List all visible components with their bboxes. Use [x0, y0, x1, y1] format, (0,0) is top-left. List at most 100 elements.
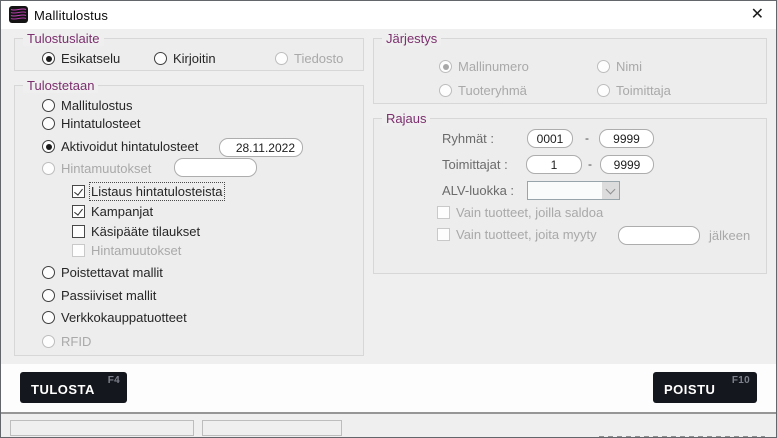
radio-label: RFID: [61, 334, 91, 349]
radio-label: Toimittaja: [616, 83, 671, 98]
sold-after-suffix-label: jälkeen: [709, 228, 750, 243]
radio-label: Hintamuutokset: [61, 161, 151, 176]
radio-icon: [42, 311, 55, 324]
status-panel-2: [202, 420, 342, 436]
radio-icon: [154, 52, 167, 65]
radio-label: Nimi: [616, 59, 642, 74]
checkbox-label: Kampanjat: [91, 204, 153, 219]
checkbox-icon: [437, 228, 450, 241]
radio-rfid[interactable]: RFID: [42, 334, 91, 349]
checkbox-label: Käsipääte tilaukset: [91, 224, 200, 239]
checkbox-label: Listaus hintatulosteista: [91, 184, 223, 199]
radio-aktivoidut-hintatulosteet[interactable]: Aktivoidut hintatulosteet: [42, 139, 198, 154]
print-button-label: TULOSTA: [31, 382, 95, 397]
radio-icon: [42, 52, 55, 65]
titlebar: Mallitulostus ✕: [1, 1, 776, 29]
print-button-fkey: F4: [108, 375, 120, 386]
status-panel-1: [10, 420, 194, 436]
sold-after-date-field[interactable]: [618, 226, 700, 245]
window-title: Mallitulostus: [34, 8, 108, 23]
radio-label: Passiiviset mallit: [61, 288, 156, 303]
checkbox-hintamuutokset[interactable]: Hintamuutokset: [72, 243, 181, 258]
checkbox-kampanjat[interactable]: Kampanjat: [72, 204, 153, 219]
checkbox-vain-tuotteet-joilla-saldoa[interactable]: Vain tuotteet, joilla saldoa: [437, 205, 603, 220]
radio-icon: [597, 60, 610, 73]
chevron-down-icon: [606, 184, 616, 194]
radio-icon: [42, 162, 55, 175]
radio-mallinumero[interactable]: Mallinumero: [439, 59, 529, 74]
exit-button-fkey: F10: [732, 375, 750, 386]
radio-icon: [439, 60, 452, 73]
radio-label: Tuoteryhmä: [458, 83, 527, 98]
vat-class-dropdown[interactable]: [527, 181, 620, 200]
group-ordering-label: Järjestys: [382, 31, 441, 46]
checkbox-label: Vain tuotteet, joita myyty: [456, 227, 597, 242]
radio-label: Kirjoitin: [173, 51, 216, 66]
radio-passiiviset-mallit[interactable]: Passiiviset mallit: [42, 288, 156, 303]
vat-class-label: ALV-luokka :: [442, 183, 514, 198]
range-dash: -: [585, 131, 589, 145]
checkbox-kasipaate-tilaukset[interactable]: Käsipääte tilaukset: [72, 224, 200, 239]
dialog-window: Mallitulostus ✕ Tulostuslaite Esikatselu…: [0, 0, 777, 438]
radio-icon: [42, 140, 55, 153]
print-button[interactable]: TULOSTA F4: [20, 372, 127, 403]
radio-icon: [42, 99, 55, 112]
checkbox-icon: [437, 206, 450, 219]
radio-poistettavat-mallit[interactable]: Poistettavat mallit: [42, 265, 163, 280]
checkbox-icon: [72, 185, 85, 198]
groups-to-field[interactable]: [599, 129, 654, 148]
radio-tiedosto[interactable]: Tiedosto: [275, 51, 343, 66]
checkbox-label: Vain tuotteet, joilla saldoa: [456, 205, 603, 220]
radio-hintatulosteet[interactable]: Hintatulosteet: [42, 116, 141, 131]
exit-button[interactable]: POISTU F10: [653, 372, 757, 403]
checkbox-vain-tuotteet-joita-myyty[interactable]: Vain tuotteet, joita myyty: [437, 227, 597, 242]
radio-toimittaja[interactable]: Toimittaja: [597, 83, 671, 98]
radio-icon: [439, 84, 452, 97]
dropdown-button: [602, 182, 619, 199]
radio-mallitulostus[interactable]: Mallitulostus: [42, 98, 133, 113]
checkbox-listaus-hintatulosteista[interactable]: Listaus hintatulosteista: [72, 184, 223, 199]
radio-label: Aktivoidut hintatulosteet: [61, 139, 198, 154]
radio-icon: [275, 52, 288, 65]
app-logo-icon: [9, 6, 28, 23]
activated-date-field[interactable]: [219, 138, 303, 157]
radio-kirjoitin[interactable]: Kirjoitin: [154, 51, 216, 66]
suppliers-from-field[interactable]: [526, 155, 582, 174]
checkbox-label: Hintamuutokset: [91, 243, 181, 258]
group-ordering: Järjestys Mallinumero Nimi Tuoteryhmä To…: [373, 38, 767, 104]
groups-range-label: Ryhmät :: [442, 131, 494, 146]
radio-icon: [597, 84, 610, 97]
radio-label: Esikatselu: [61, 51, 120, 66]
suppliers-to-field[interactable]: [600, 155, 654, 174]
radio-label: Mallitulostus: [61, 98, 133, 113]
checkbox-icon: [72, 225, 85, 238]
radio-label: Tiedosto: [294, 51, 343, 66]
group-print-device-label: Tulostuslaite: [23, 31, 104, 46]
radio-hintamuutokset[interactable]: Hintamuutokset: [42, 161, 151, 176]
radio-nimi[interactable]: Nimi: [597, 59, 642, 74]
radio-esikatselu[interactable]: Esikatselu: [42, 51, 120, 66]
checkbox-icon: [72, 205, 85, 218]
group-print-output-label: Tulostetaan: [23, 78, 98, 93]
radio-icon: [42, 117, 55, 130]
price-changes-field[interactable]: [174, 158, 257, 177]
exit-button-label: POISTU: [664, 382, 715, 397]
radio-tuoteryhma[interactable]: Tuoteryhmä: [439, 83, 527, 98]
groups-from-field[interactable]: [527, 129, 573, 148]
radio-verkkokauppatuotteet[interactable]: Verkkokauppatuotteet: [42, 310, 187, 325]
close-icon[interactable]: ✕: [751, 6, 764, 24]
group-print-output: Tulostetaan Mallitulostus Hintatulosteet…: [14, 85, 364, 356]
group-filtering-label: Rajaus: [382, 111, 430, 126]
suppliers-range-label: Toimittajat :: [442, 157, 508, 172]
group-print-device: Tulostuslaite Esikatselu Kirjoitin Tiedo…: [14, 38, 364, 71]
range-dash: -: [588, 157, 592, 171]
radio-label: Mallinumero: [458, 59, 529, 74]
radio-icon: [42, 289, 55, 302]
radio-label: Verkkokauppatuotteet: [61, 310, 187, 325]
radio-label: Poistettavat mallit: [61, 265, 163, 280]
statusbar: [1, 412, 776, 438]
radio-label: Hintatulosteet: [61, 116, 141, 131]
radio-icon: [42, 266, 55, 279]
radio-icon: [42, 335, 55, 348]
group-filtering: Rajaus Ryhmät : - Toimittajat : - ALV-lu…: [373, 118, 767, 274]
